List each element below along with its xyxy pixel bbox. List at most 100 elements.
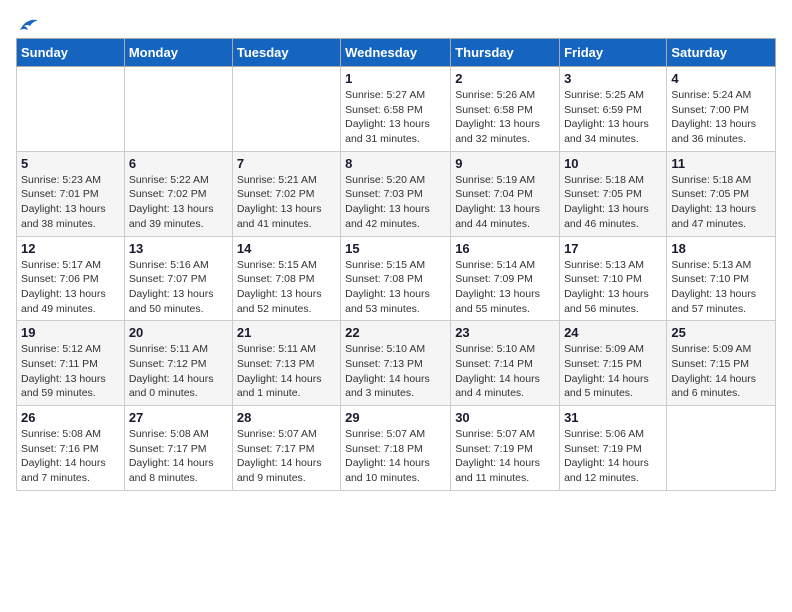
day-number: 25 (671, 325, 771, 340)
day-cell: 8 Sunrise: 5:20 AM Sunset: 7:03 PM Daylig… (341, 151, 451, 236)
day-cell: 21 Sunrise: 5:11 AM Sunset: 7:13 PM Dayli… (232, 321, 340, 406)
day-number: 29 (345, 410, 446, 425)
day-cell (667, 406, 776, 491)
day-number: 7 (237, 156, 336, 171)
day-info: Sunrise: 5:09 AM Sunset: 7:15 PM Dayligh… (564, 342, 662, 401)
day-info: Sunrise: 5:09 AM Sunset: 7:15 PM Dayligh… (671, 342, 771, 401)
day-cell: 20 Sunrise: 5:11 AM Sunset: 7:12 PM Dayli… (124, 321, 232, 406)
day-number: 22 (345, 325, 446, 340)
day-cell: 17 Sunrise: 5:13 AM Sunset: 7:10 PM Dayli… (560, 236, 667, 321)
day-info: Sunrise: 5:22 AM Sunset: 7:02 PM Dayligh… (129, 173, 228, 232)
day-info: Sunrise: 5:08 AM Sunset: 7:17 PM Dayligh… (129, 427, 228, 486)
day-info: Sunrise: 5:25 AM Sunset: 6:59 PM Dayligh… (564, 88, 662, 147)
day-number: 15 (345, 241, 446, 256)
day-number: 28 (237, 410, 336, 425)
week-row-3: 12Sunrise: 5:17 AM Sunset: 7:06 PM Dayli… (17, 236, 776, 321)
day-cell: 26Sunrise: 5:08 AM Sunset: 7:16 PM Dayli… (17, 406, 125, 491)
day-info: Sunrise: 5:26 AM Sunset: 6:58 PM Dayligh… (455, 88, 555, 147)
day-number: 20 (129, 325, 228, 340)
day-number: 10 (564, 156, 662, 171)
weekday-header-tuesday: Tuesday (232, 39, 340, 67)
day-info: Sunrise: 5:15 AM Sunset: 7:08 PM Dayligh… (237, 258, 336, 317)
day-number: 4 (671, 71, 771, 86)
day-cell: 31 Sunrise: 5:06 AM Sunset: 7:19 PM Dayli… (560, 406, 667, 491)
day-number: 14 (237, 241, 336, 256)
day-number: 8 (345, 156, 446, 171)
day-number: 9 (455, 156, 555, 171)
day-number: 19 (21, 325, 120, 340)
day-info: Sunrise: 5:07 AM Sunset: 7:17 PM Dayligh… (237, 427, 336, 486)
day-cell: 2 Sunrise: 5:26 AM Sunset: 6:58 PM Daylig… (451, 67, 560, 152)
day-cell: 14 Sunrise: 5:15 AM Sunset: 7:08 PM Dayli… (232, 236, 340, 321)
logo (16, 16, 40, 30)
day-cell: 16Sunrise: 5:14 AM Sunset: 7:09 PM Dayli… (451, 236, 560, 321)
weekday-header-saturday: Saturday (667, 39, 776, 67)
day-number: 5 (21, 156, 120, 171)
day-number: 18 (671, 241, 771, 256)
weekday-header-thursday: Thursday (451, 39, 560, 67)
day-info: Sunrise: 5:16 AM Sunset: 7:07 PM Dayligh… (129, 258, 228, 317)
day-info: Sunrise: 5:10 AM Sunset: 7:13 PM Dayligh… (345, 342, 446, 401)
logo-bird-icon (18, 16, 40, 34)
day-cell: 22 Sunrise: 5:10 AM Sunset: 7:13 PM Dayli… (341, 321, 451, 406)
day-number: 31 (564, 410, 662, 425)
day-info: Sunrise: 5:11 AM Sunset: 7:12 PM Dayligh… (129, 342, 228, 401)
day-info: Sunrise: 5:15 AM Sunset: 7:08 PM Dayligh… (345, 258, 446, 317)
day-info: Sunrise: 5:19 AM Sunset: 7:04 PM Dayligh… (455, 173, 555, 232)
day-info: Sunrise: 5:27 AM Sunset: 6:58 PM Dayligh… (345, 88, 446, 147)
weekday-header-wednesday: Wednesday (341, 39, 451, 67)
day-info: Sunrise: 5:12 AM Sunset: 7:11 PM Dayligh… (21, 342, 120, 401)
day-number: 23 (455, 325, 555, 340)
day-cell (17, 67, 125, 152)
day-info: Sunrise: 5:18 AM Sunset: 7:05 PM Dayligh… (564, 173, 662, 232)
day-number: 24 (564, 325, 662, 340)
weekday-header-row: SundayMondayTuesdayWednesdayThursdayFrid… (17, 39, 776, 67)
day-cell: 9 Sunrise: 5:19 AM Sunset: 7:04 PM Daylig… (451, 151, 560, 236)
weekday-header-friday: Friday (560, 39, 667, 67)
day-info: Sunrise: 5:21 AM Sunset: 7:02 PM Dayligh… (237, 173, 336, 232)
week-row-2: 5 Sunrise: 5:23 AM Sunset: 7:01 PM Daylig… (17, 151, 776, 236)
weekday-header-sunday: Sunday (17, 39, 125, 67)
day-cell: 11 Sunrise: 5:18 AM Sunset: 7:05 PM Dayli… (667, 151, 776, 236)
day-info: Sunrise: 5:07 AM Sunset: 7:18 PM Dayligh… (345, 427, 446, 486)
day-number: 21 (237, 325, 336, 340)
day-cell: 19 Sunrise: 5:12 AM Sunset: 7:11 PM Dayli… (17, 321, 125, 406)
day-number: 17 (564, 241, 662, 256)
day-cell: 30Sunrise: 5:07 AM Sunset: 7:19 PM Dayli… (451, 406, 560, 491)
day-info: Sunrise: 5:23 AM Sunset: 7:01 PM Dayligh… (21, 173, 120, 232)
day-number: 1 (345, 71, 446, 86)
day-info: Sunrise: 5:24 AM Sunset: 7:00 PM Dayligh… (671, 88, 771, 147)
day-info: Sunrise: 5:11 AM Sunset: 7:13 PM Dayligh… (237, 342, 336, 401)
day-cell: 15 Sunrise: 5:15 AM Sunset: 7:08 PM Dayli… (341, 236, 451, 321)
header (16, 16, 776, 30)
page-container: SundayMondayTuesdayWednesdayThursdayFrid… (16, 16, 776, 491)
week-row-1: 1 Sunrise: 5:27 AM Sunset: 6:58 PM Daylig… (17, 67, 776, 152)
day-number: 2 (455, 71, 555, 86)
day-number: 13 (129, 241, 228, 256)
day-cell (124, 67, 232, 152)
week-row-5: 26Sunrise: 5:08 AM Sunset: 7:16 PM Dayli… (17, 406, 776, 491)
day-cell: 24 Sunrise: 5:09 AM Sunset: 7:15 PM Dayli… (560, 321, 667, 406)
day-info: Sunrise: 5:08 AM Sunset: 7:16 PM Dayligh… (21, 427, 120, 486)
day-cell: 7 Sunrise: 5:21 AM Sunset: 7:02 PM Daylig… (232, 151, 340, 236)
day-cell: 27Sunrise: 5:08 AM Sunset: 7:17 PM Dayli… (124, 406, 232, 491)
day-info: Sunrise: 5:18 AM Sunset: 7:05 PM Dayligh… (671, 173, 771, 232)
day-cell: 13 Sunrise: 5:16 AM Sunset: 7:07 PM Dayli… (124, 236, 232, 321)
day-cell: 4 Sunrise: 5:24 AM Sunset: 7:00 PM Daylig… (667, 67, 776, 152)
day-info: Sunrise: 5:20 AM Sunset: 7:03 PM Dayligh… (345, 173, 446, 232)
day-cell: 18 Sunrise: 5:13 AM Sunset: 7:10 PM Dayli… (667, 236, 776, 321)
day-cell: 23Sunrise: 5:10 AM Sunset: 7:14 PM Dayli… (451, 321, 560, 406)
calendar-table: SundayMondayTuesdayWednesdayThursdayFrid… (16, 38, 776, 491)
day-number: 16 (455, 241, 555, 256)
day-cell: 10 Sunrise: 5:18 AM Sunset: 7:05 PM Dayli… (560, 151, 667, 236)
day-number: 6 (129, 156, 228, 171)
day-cell: 12Sunrise: 5:17 AM Sunset: 7:06 PM Dayli… (17, 236, 125, 321)
day-cell: 1 Sunrise: 5:27 AM Sunset: 6:58 PM Daylig… (341, 67, 451, 152)
day-cell: 3Sunrise: 5:25 AM Sunset: 6:59 PM Daylig… (560, 67, 667, 152)
day-info: Sunrise: 5:13 AM Sunset: 7:10 PM Dayligh… (671, 258, 771, 317)
day-number: 11 (671, 156, 771, 171)
day-cell: 29 Sunrise: 5:07 AM Sunset: 7:18 PM Dayli… (341, 406, 451, 491)
day-number: 12 (21, 241, 120, 256)
day-info: Sunrise: 5:13 AM Sunset: 7:10 PM Dayligh… (564, 258, 662, 317)
day-info: Sunrise: 5:06 AM Sunset: 7:19 PM Dayligh… (564, 427, 662, 486)
